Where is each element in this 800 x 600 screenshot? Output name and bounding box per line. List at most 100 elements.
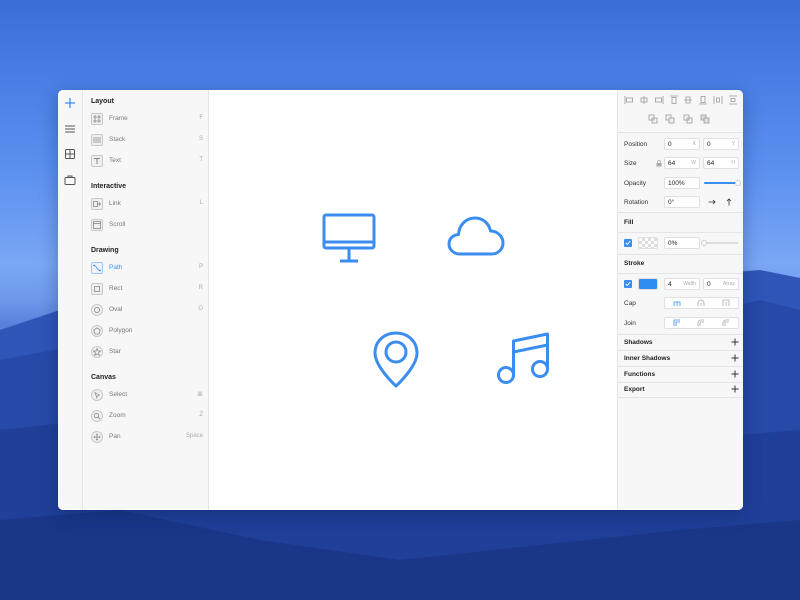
add-icon[interactable] bbox=[731, 370, 739, 378]
stack-icon bbox=[91, 134, 103, 146]
flip-vertical-icon[interactable] bbox=[725, 198, 733, 206]
tool-link[interactable]: Link L bbox=[91, 198, 203, 212]
rect-icon bbox=[91, 283, 103, 295]
briefcase-icon[interactable] bbox=[63, 173, 77, 187]
stroke-width-field[interactable]: 4 Width bbox=[664, 278, 700, 290]
size-width-value: 64 bbox=[668, 160, 676, 167]
app-window: Layout Frame F Stack S Text T Interactiv… bbox=[58, 90, 743, 510]
unit-label: Width bbox=[683, 281, 696, 287]
tool-label: Zoom bbox=[109, 412, 126, 419]
menu-icon[interactable] bbox=[63, 122, 77, 136]
tool-star[interactable]: Star bbox=[91, 346, 203, 360]
cap-round-icon[interactable] bbox=[697, 299, 705, 307]
fill-opacity-field[interactable]: 0% bbox=[664, 237, 700, 249]
functions-section[interactable]: Functions bbox=[618, 367, 743, 382]
tool-frame[interactable]: Frame F bbox=[91, 113, 203, 127]
subtract-icon[interactable] bbox=[665, 114, 675, 124]
flip-horizontal-icon[interactable] bbox=[708, 198, 716, 206]
lock-icon[interactable] bbox=[656, 160, 662, 167]
position-x-value: 0 bbox=[668, 141, 672, 148]
cloud-icon[interactable] bbox=[446, 210, 506, 260]
rotation-label: Rotation bbox=[624, 199, 649, 206]
align-center-h-icon[interactable] bbox=[639, 95, 649, 105]
align-middle-icon[interactable] bbox=[683, 95, 693, 105]
fill-opacity-slider[interactable] bbox=[701, 240, 738, 246]
shadows-section[interactable]: Shadows bbox=[618, 335, 743, 350]
cap-square-icon[interactable] bbox=[722, 299, 730, 307]
align-bottom-icon[interactable] bbox=[698, 95, 708, 105]
distribute-vertical-icon[interactable] bbox=[728, 95, 738, 105]
stroke-array-value: 0 bbox=[707, 281, 711, 288]
tool-shortcut: S bbox=[198, 136, 203, 142]
tool-select[interactable]: Select ⌘ bbox=[91, 389, 203, 403]
grid-icon[interactable] bbox=[63, 147, 77, 161]
stroke-color-swatch[interactable] bbox=[638, 278, 658, 290]
align-left-icon[interactable] bbox=[624, 95, 634, 105]
oval-icon bbox=[91, 304, 103, 316]
join-segmented-control bbox=[664, 317, 739, 329]
intersect-icon[interactable] bbox=[683, 114, 693, 124]
fill-section-title: Fill bbox=[624, 219, 634, 226]
opacity-value: 100% bbox=[668, 180, 685, 187]
unit-label: X bbox=[692, 141, 696, 147]
difference-icon[interactable] bbox=[700, 114, 710, 124]
opacity-slider[interactable] bbox=[704, 180, 741, 186]
zoom-icon bbox=[91, 410, 103, 422]
tool-text[interactable]: Text T bbox=[91, 155, 203, 169]
tool-zoom[interactable]: Zoom Z bbox=[91, 410, 203, 424]
tool-rect[interactable]: Rect R bbox=[91, 283, 203, 297]
join-bevel-icon[interactable] bbox=[722, 319, 730, 327]
fill-color-swatch[interactable] bbox=[638, 237, 658, 249]
stroke-array-field[interactable]: 0 Array bbox=[703, 278, 739, 290]
tool-label: Text bbox=[109, 157, 121, 164]
cap-butt-icon[interactable] bbox=[673, 299, 681, 307]
position-x-field[interactable]: 0 X bbox=[664, 138, 700, 150]
size-width-field[interactable]: 64 W bbox=[664, 157, 700, 169]
plus-icon[interactable] bbox=[63, 96, 77, 110]
divider bbox=[618, 212, 743, 213]
size-height-value: 64 bbox=[707, 160, 715, 167]
location-pin-icon[interactable] bbox=[371, 330, 421, 390]
export-section[interactable]: Export bbox=[618, 382, 743, 397]
union-icon[interactable] bbox=[648, 114, 658, 124]
join-miter-icon[interactable] bbox=[673, 319, 681, 327]
tool-label: Pan bbox=[109, 433, 121, 440]
tool-stack[interactable]: Stack S bbox=[91, 134, 203, 148]
link-icon bbox=[91, 198, 103, 210]
opacity-field[interactable]: 100% bbox=[664, 177, 700, 189]
tool-shortcut: R bbox=[198, 285, 203, 291]
icon-rail bbox=[58, 90, 83, 510]
tool-polygon[interactable]: Polygon bbox=[91, 325, 203, 339]
align-top-icon[interactable] bbox=[669, 95, 679, 105]
fill-enabled-checkbox[interactable] bbox=[624, 239, 632, 247]
tool-pan[interactable]: Pan Space bbox=[91, 431, 203, 445]
rotation-field[interactable]: 0° bbox=[664, 196, 700, 208]
tool-label: Stack bbox=[109, 136, 126, 143]
stroke-enabled-checkbox[interactable] bbox=[624, 280, 632, 288]
opacity-slider-knob[interactable] bbox=[735, 180, 741, 186]
music-note-icon[interactable] bbox=[494, 330, 554, 386]
size-height-field[interactable]: 64 H bbox=[703, 157, 739, 169]
scroll-icon bbox=[91, 219, 103, 231]
tool-path[interactable]: Path P bbox=[91, 262, 203, 276]
tool-scroll[interactable]: Scroll bbox=[91, 219, 203, 233]
position-y-field[interactable]: 0 Y bbox=[703, 138, 739, 150]
add-icon[interactable] bbox=[731, 354, 739, 362]
inner-shadows-section[interactable]: Inner Shadows bbox=[618, 351, 743, 366]
align-right-icon[interactable] bbox=[654, 95, 664, 105]
inspector-panel: Position 0 X 0 Y Size 64 W 64 H Opacity … bbox=[617, 90, 743, 510]
rotation-value: 0° bbox=[668, 199, 675, 206]
design-canvas[interactable] bbox=[209, 90, 617, 510]
tool-oval[interactable]: Oval O bbox=[91, 304, 203, 318]
add-icon[interactable] bbox=[731, 385, 739, 393]
divider bbox=[618, 273, 743, 274]
frame-icon bbox=[91, 113, 103, 125]
monitor-icon[interactable] bbox=[321, 210, 377, 266]
boolean-toolbar bbox=[644, 114, 714, 126]
distribute-horizontal-icon[interactable] bbox=[713, 95, 723, 105]
unit-label: Y bbox=[731, 141, 735, 147]
add-icon[interactable] bbox=[731, 338, 739, 346]
fill-slider-knob[interactable] bbox=[701, 240, 707, 246]
join-round-icon[interactable] bbox=[697, 319, 705, 327]
section-title-canvas: Canvas bbox=[91, 374, 116, 381]
